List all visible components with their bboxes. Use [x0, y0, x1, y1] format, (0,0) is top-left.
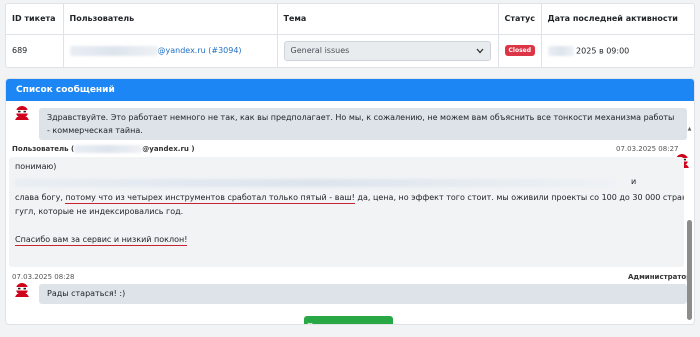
- ticket-topic-cell: General issues: [276, 34, 498, 67]
- admin-message-bubble: Рады стараться! :): [39, 284, 687, 304]
- topic-select[interactable]: General issues: [283, 40, 491, 61]
- redacted-line: [15, 176, 615, 190]
- messages-panel-title: Список сообщений: [6, 79, 694, 101]
- messages-list[interactable]: Здравствуйте. Это работает немного не та…: [6, 101, 694, 324]
- header-user: Пользователь: [62, 4, 277, 35]
- ticket-id-cell: 689: [12, 46, 28, 56]
- ninja-avatar-icon: [15, 106, 29, 120]
- user-message-line: слава богу, потому что из четырех инстру…: [15, 193, 684, 204]
- redacted-user-email: [74, 145, 143, 153]
- user-message-line: Спасибо вам за сервис и низкий поклон!: [15, 233, 188, 247]
- user-message-author: Пользователь (@yandex.ru ): [12, 145, 195, 153]
- ticket-table: ID тикета Пользователь Тема Статус Дата …: [6, 4, 694, 67]
- messages-panel: Список сообщений Здравствуйте. Это работ…: [5, 78, 695, 325]
- admin-message-text: Здравствуйте. Это работает немного не та…: [47, 113, 675, 135]
- reopen-ticket-button[interactable]: Переоткрыть тикет: [304, 316, 393, 324]
- redacted-date: [547, 45, 574, 56]
- status-badge: Closed: [504, 45, 536, 57]
- topic-select-value: General issues: [290, 46, 350, 56]
- ticket-table-header-row: ID тикета Пользователь Тема Статус Дата …: [6, 4, 694, 35]
- user-email-domain: @yandex.ru: [157, 46, 206, 56]
- scroll-thumb[interactable]: [687, 220, 692, 320]
- chevron-down-icon: [476, 48, 483, 54]
- admin-message-timestamp: 07.03.2025 08:28: [12, 273, 75, 281]
- admin-message-bubble: Здравствуйте. Это работает немного не та…: [39, 108, 687, 140]
- messages-scrollbar[interactable]: ▲ ▼: [686, 125, 693, 324]
- redacted-email: [69, 45, 158, 56]
- ticket-summary-card: ID тикета Пользователь Тема Статус Дата …: [5, 3, 695, 68]
- ticket-last-activity-cell: 2025 в 09:00: [540, 34, 694, 67]
- user-message-bubble: понимаю) и слава богу, потому что из чет…: [9, 157, 684, 267]
- header-status: Статус: [497, 4, 541, 35]
- ninja-avatar-icon: [15, 283, 29, 297]
- admin-role-label: Администратор: [628, 273, 692, 281]
- highlighted-thanks: Спасибо вам за сервис и низкий поклон!: [15, 235, 188, 246]
- header-ticket-id: ID тикета: [6, 4, 63, 35]
- header-topic: Тема: [276, 4, 498, 35]
- table-row: 689 @yandex.ru (#3094) General issues Cl…: [6, 34, 694, 67]
- ticket-user-cell: @yandex.ru (#3094): [62, 34, 277, 67]
- user-message-timestamp: 07.03.2025 08:27: [616, 145, 679, 153]
- user-profile-link[interactable]: @yandex.ru (#3094): [69, 45, 242, 56]
- admin-message-text: Рады стараться! :): [47, 289, 126, 298]
- scroll-up-icon[interactable]: ▲: [686, 125, 693, 132]
- user-id: (#3094): [208, 46, 242, 56]
- user-message-line: гугл, которые не индексировались год.: [15, 207, 184, 216]
- user-message-line: понимаю): [15, 162, 57, 171]
- ticket-status-cell: Closed: [497, 34, 541, 67]
- highlighted-phrase: потому что из четырех инструментов срабо…: [65, 193, 355, 204]
- last-activity-value: 2025 в 09:00: [576, 46, 630, 56]
- user-message-line: и: [631, 177, 637, 186]
- header-last-activity: Дата последней активности: [540, 4, 694, 35]
